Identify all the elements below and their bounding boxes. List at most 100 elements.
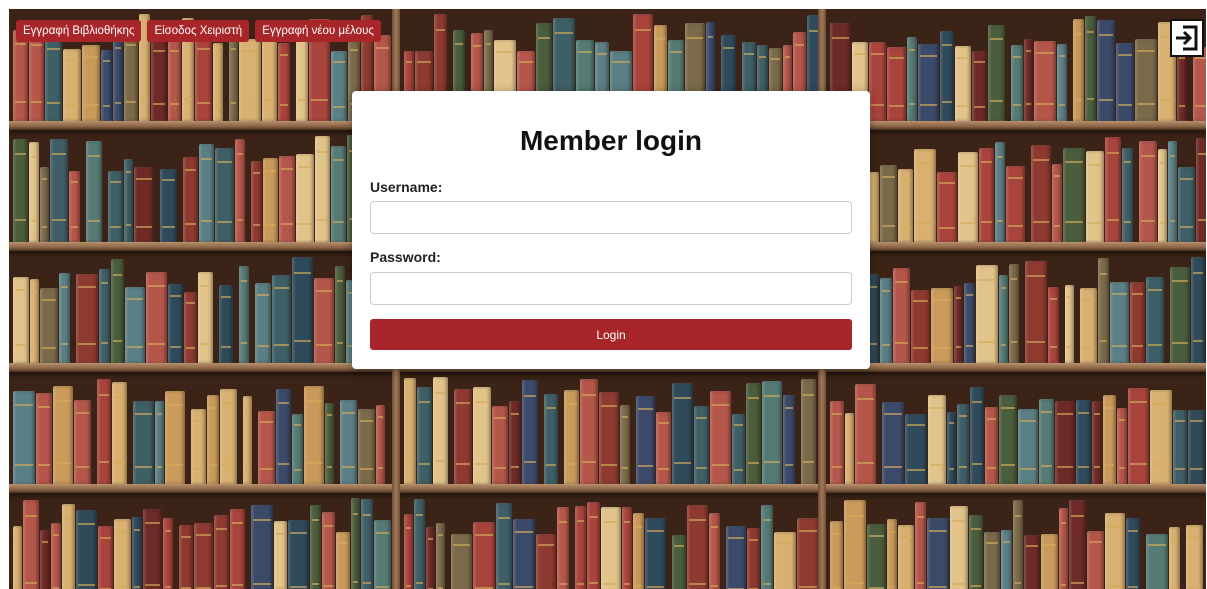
book-spine: [98, 526, 113, 589]
book-spine: [762, 381, 782, 484]
shelf-bay-right: [826, 9, 1206, 589]
book-spine: [544, 394, 558, 484]
book-spine: [473, 522, 495, 589]
book-spine: [905, 414, 927, 484]
login-button[interactable]: Login: [370, 319, 852, 350]
book-spine: [134, 167, 154, 242]
book-spine: [404, 514, 413, 589]
book-spine: [557, 507, 569, 589]
book-spine: [988, 25, 1005, 121]
book-spine: [454, 389, 472, 484]
book-spine: [53, 386, 73, 484]
book-spine: [314, 278, 334, 363]
book-spine: [1168, 141, 1177, 242]
book-spine: [672, 535, 686, 589]
book-spine: [13, 391, 35, 484]
book-spine: [1135, 39, 1157, 121]
book-spine: [62, 504, 75, 589]
book-spine: [882, 402, 904, 484]
book-spine: [984, 532, 1000, 589]
book-spine: [1024, 39, 1033, 121]
shelf-row: [9, 372, 392, 484]
book-spine: [1009, 264, 1019, 363]
book-spine: [887, 47, 906, 121]
operator-login-button[interactable]: Είσοδος Χειριστή: [147, 20, 250, 42]
book-spine: [774, 532, 796, 589]
book-spine: [1039, 399, 1054, 484]
new-member-registration-button[interactable]: Εγγραφή νέου μέλους: [255, 20, 381, 42]
book-spine: [374, 520, 391, 589]
book-spine: [199, 144, 214, 242]
book-spine: [235, 139, 245, 242]
book-spine: [898, 525, 914, 589]
book-spine: [1085, 16, 1096, 121]
book-spine: [310, 505, 321, 589]
login-card: Member login Username: Password: Login: [352, 91, 870, 369]
shelf-plank: [9, 484, 392, 493]
password-input[interactable]: [370, 272, 852, 305]
book-spine: [155, 401, 164, 484]
book-spine: [1193, 47, 1206, 121]
book-spine: [964, 283, 975, 363]
book-spine: [1069, 500, 1086, 589]
book-spine: [198, 272, 213, 363]
book-spine: [276, 389, 291, 484]
book-spine: [911, 290, 930, 363]
book-spine: [522, 380, 538, 484]
book-spine: [867, 524, 886, 589]
book-spine: [376, 405, 385, 484]
book-spine: [69, 171, 80, 242]
logout-button[interactable]: [1170, 19, 1204, 57]
book-spine: [893, 268, 910, 363]
book-spine: [513, 519, 535, 589]
book-spine: [907, 37, 917, 121]
book-spine: [214, 515, 229, 589]
shelf-plank: [826, 484, 1206, 493]
book-spine: [133, 401, 154, 484]
shelf-row: [9, 493, 392, 589]
book-spine: [1116, 43, 1134, 121]
book-spine: [1188, 410, 1205, 484]
book-spine: [183, 157, 198, 242]
book-spine: [887, 519, 897, 589]
shelf-bay-left: [9, 9, 392, 589]
book-spine: [1073, 19, 1084, 121]
shelf-row: [826, 372, 1206, 484]
book-spine: [108, 171, 123, 242]
book-spine: [111, 259, 124, 363]
book-spine: [417, 387, 432, 484]
book-spine: [1001, 530, 1012, 589]
book-spine: [1117, 408, 1127, 484]
book-spine: [220, 389, 237, 484]
book-spine: [845, 413, 854, 484]
book-spine: [451, 534, 472, 589]
book-spine: [999, 275, 1008, 363]
shelf-row: [9, 251, 392, 363]
book-spine: [255, 283, 271, 363]
shelf-row: [9, 130, 392, 242]
book-spine: [163, 518, 173, 589]
book-spine: [976, 265, 998, 363]
book-spine: [414, 499, 425, 589]
book-spine: [1105, 137, 1121, 242]
username-input[interactable]: [370, 201, 852, 234]
book-spine: [168, 284, 183, 363]
book-spine: [113, 35, 123, 121]
book-spine: [1191, 257, 1205, 363]
book-spine: [1146, 277, 1164, 363]
library-registration-button[interactable]: Εγγραφή Βιβλιοθήκης: [16, 20, 142, 42]
shelf-plank: [9, 242, 392, 251]
book-spine: [29, 142, 39, 242]
book-spine: [50, 139, 68, 242]
book-spine: [165, 391, 185, 484]
book-spine: [151, 39, 167, 121]
book-spine: [30, 279, 39, 363]
book-spine: [898, 169, 913, 242]
book-spine: [1097, 20, 1115, 121]
book-spine: [160, 169, 177, 242]
book-spine: [1031, 145, 1051, 242]
book-spine: [114, 519, 131, 589]
book-spine: [869, 42, 886, 121]
book-spine: [13, 526, 22, 589]
book-spine: [599, 392, 619, 484]
